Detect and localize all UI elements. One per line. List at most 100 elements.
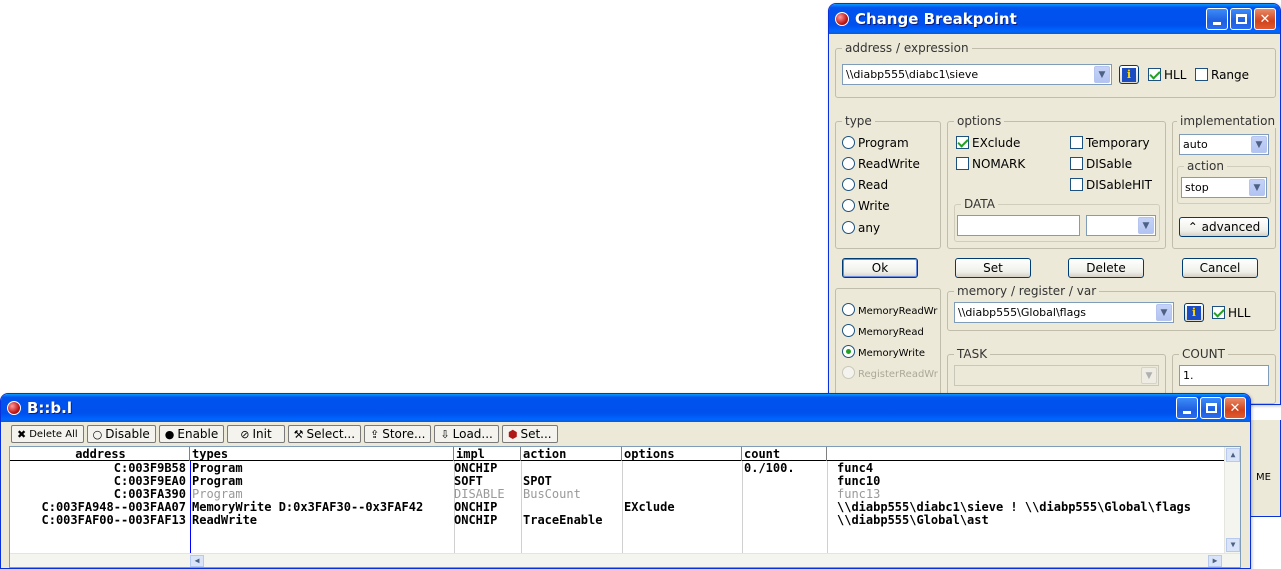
chevron-down-icon[interactable]: ▼ <box>1094 66 1110 83</box>
chevron-down-icon[interactable]: ▼ <box>1251 136 1267 153</box>
trace32-app-icon <box>835 12 849 26</box>
enable-button[interactable]: ● Enable <box>158 425 225 443</box>
disable-checkbox[interactable]: DISable <box>1070 157 1132 171</box>
load-icon: ⇩ <box>440 427 450 441</box>
store-button[interactable]: ⇪ Store... <box>364 425 432 443</box>
task-combo[interactable]: ▼ <box>954 365 1159 386</box>
column-header-address[interactable]: address <box>10 447 190 461</box>
breaklist-titlebar[interactable]: B::b.l ✕ <box>1 394 1250 422</box>
memtype-radio-memoryread[interactable]: MemoryRead <box>842 324 924 338</box>
table-row[interactable]: C:003FAF00--003FAF13 ReadWrite ONCHIP Tr… <box>10 514 1240 527</box>
dialog-clipped-text: ME <box>1256 472 1271 483</box>
column-header-action[interactable]: action <box>521 447 622 461</box>
temporary-label: Temporary <box>1086 136 1150 150</box>
enable-dot-icon: ● <box>164 427 175 441</box>
disable-button[interactable]: ○ Disable <box>86 425 156 443</box>
count-input[interactable]: 1. <box>1179 365 1269 386</box>
nomark-label: NOMARK <box>972 157 1026 171</box>
select-button[interactable]: ⚒ Select... <box>287 425 362 443</box>
row-impl: ONCHIP <box>454 513 498 527</box>
chevron-down-icon[interactable]: ▼ <box>1156 304 1172 321</box>
select-label: Select... <box>306 427 356 441</box>
memtype-radio-memoryreadwrite[interactable]: MemoryReadWr <box>842 303 937 317</box>
change-breakpoint-dialog: Change Breakpoint ✕ address / expression… <box>828 3 1281 405</box>
checkbox-unchecked-icon <box>1195 68 1208 81</box>
enable-label: Enable <box>177 427 219 441</box>
row-action: BusCount <box>523 487 581 501</box>
cancel-button[interactable]: Cancel <box>1182 258 1258 278</box>
type-radio-readwrite[interactable]: ReadWrite <box>842 157 920 171</box>
column-header-types[interactable]: types <box>190 447 454 461</box>
memory-register-var-combo[interactable]: \\diabp555\Global\flags ▼ <box>954 302 1174 323</box>
advanced-label: advanced <box>1201 220 1261 234</box>
scroll-up-icon[interactable]: ▲ <box>1226 448 1240 462</box>
delete-all-button[interactable]: ✖ Delete All <box>11 425 84 443</box>
info-icon: i <box>1122 67 1136 82</box>
load-label: Load... <box>452 427 493 441</box>
address-hll-checkbox[interactable]: HLL <box>1148 68 1186 82</box>
set-breakpoint-button[interactable]: ⬢ Set... <box>501 425 558 443</box>
memtype-radio-memorywrite[interactable]: MemoryWrite <box>842 345 925 359</box>
type-radio-program[interactable]: Program <box>842 136 909 150</box>
disablehit-checkbox[interactable]: DISableHIT <box>1070 178 1152 192</box>
count-label: COUNT <box>1179 347 1228 361</box>
memtype-radio-registerreadwrite[interactable]: RegisterReadWr <box>842 366 938 380</box>
delete-x-icon: ✖ <box>17 427 27 441</box>
type-radio-write[interactable]: Write <box>842 199 890 213</box>
load-button[interactable]: ⇩ Load... <box>434 425 499 443</box>
breaklist-title: B::b.l <box>27 399 73 417</box>
minimize-button[interactable] <box>1176 397 1198 419</box>
memory-info-button[interactable]: i <box>1184 303 1204 322</box>
scroll-right-icon[interactable]: ▶ <box>1208 555 1222 567</box>
scroll-down-icon[interactable]: ▼ <box>1226 538 1240 552</box>
vertical-scrollbar[interactable]: ▲ ▼ <box>1224 447 1240 553</box>
type-radio-read[interactable]: Read <box>842 178 888 192</box>
column-header-impl[interactable]: impl <box>454 447 521 461</box>
maximize-icon <box>1205 403 1217 413</box>
chevron-down-icon[interactable]: ▼ <box>1141 367 1157 384</box>
nomark-checkbox[interactable]: NOMARK <box>956 157 1025 171</box>
disable-circle-icon: ○ <box>92 427 103 441</box>
dialog-titlebar[interactable]: Change Breakpoint ✕ <box>829 4 1280 34</box>
exclude-checkbox[interactable]: EXclude <box>956 136 1020 150</box>
options-group: options EXclude Temporary NOMARK DISable… <box>947 114 1166 249</box>
radio-icon <box>842 366 855 379</box>
scroll-left-icon[interactable]: ◀ <box>190 555 204 567</box>
implementation-combo[interactable]: auto ▼ <box>1179 134 1269 155</box>
close-button[interactable]: ✕ <box>1224 397 1246 419</box>
data-width-combo[interactable]: ▼ <box>1086 215 1156 236</box>
column-header-count[interactable]: count <box>742 447 827 461</box>
radio-selected-icon <box>842 345 855 358</box>
memory-register-var-label: memory / register / var <box>954 284 1100 298</box>
dialog-title: Change Breakpoint <box>855 10 1017 28</box>
type-group: type Program ReadWrite Read Write any <box>835 114 941 249</box>
address-info-button[interactable]: i <box>1119 65 1139 84</box>
memory-hll-checkbox[interactable]: HLL <box>1212 306 1250 320</box>
maximize-button[interactable] <box>1200 397 1222 419</box>
chevron-down-icon[interactable]: ▼ <box>1138 217 1154 234</box>
advanced-button[interactable]: ⌃ advanced <box>1179 217 1269 237</box>
ok-button[interactable]: Ok <box>842 258 918 278</box>
chevron-down-icon[interactable]: ▼ <box>1249 179 1265 196</box>
range-checkbox[interactable]: Range <box>1195 68 1249 82</box>
row-types: ReadWrite <box>192 513 258 527</box>
double-chevron-up-icon: ⌃ <box>1187 220 1198 234</box>
exclude-label: EXclude <box>972 136 1021 150</box>
memory-hll-label: HLL <box>1228 306 1251 320</box>
implementation-group: implementation auto ▼ action stop ▼ ⌃ ad… <box>1172 114 1279 249</box>
close-icon: ✕ <box>1259 11 1271 27</box>
address-expression-combo[interactable]: \\diabp555\diabc1\sieve ▼ <box>842 64 1112 85</box>
init-button[interactable]: ⊘ Init <box>227 425 285 443</box>
close-button[interactable]: ✕ <box>1254 8 1276 30</box>
maximize-button[interactable] <box>1230 8 1252 30</box>
action-combo[interactable]: stop ▼ <box>1181 177 1267 198</box>
horizontal-scrollbar[interactable]: ◀ ▶ <box>10 553 1240 567</box>
minimize-button[interactable] <box>1206 8 1228 30</box>
delete-button[interactable]: Delete <box>1068 258 1144 278</box>
type-radio-any[interactable]: any <box>842 221 880 235</box>
breakpoint-table: address types impl action options count … <box>9 446 1241 568</box>
temporary-checkbox[interactable]: Temporary <box>1070 136 1150 150</box>
data-input[interactable] <box>957 215 1080 236</box>
set-button[interactable]: Set <box>955 258 1031 278</box>
column-header-options[interactable]: options <box>622 447 742 461</box>
